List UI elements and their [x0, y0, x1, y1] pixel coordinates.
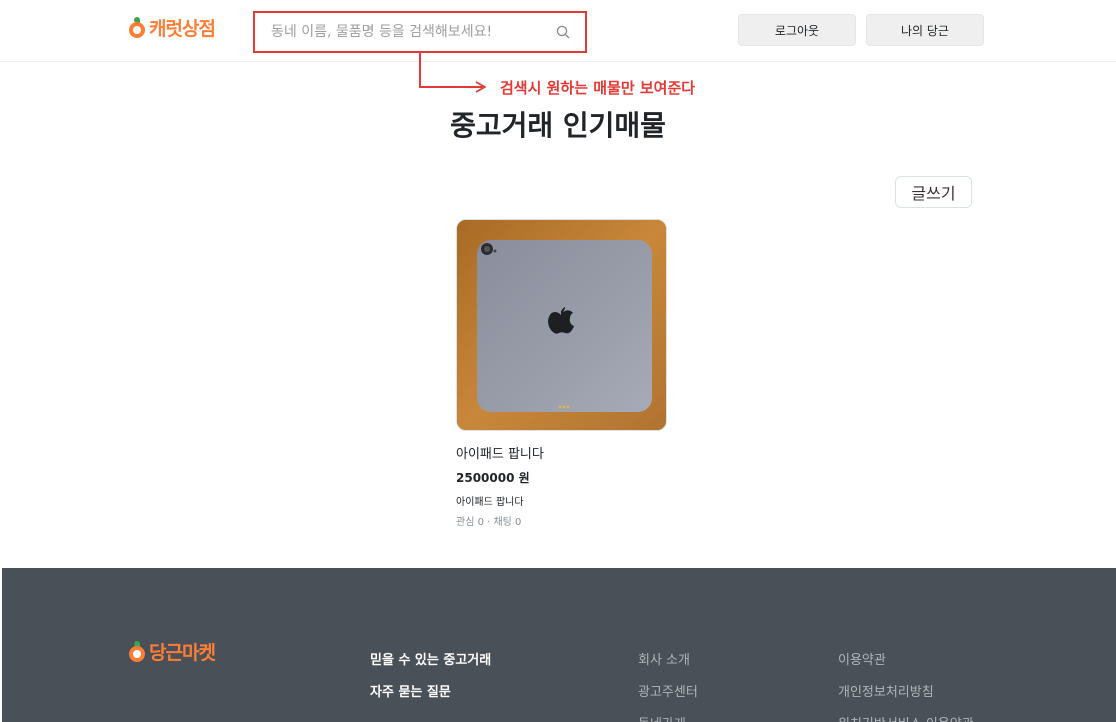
product-meta: 관심 0 · 채팅 0 — [456, 517, 522, 528]
carrot-icon — [128, 640, 146, 663]
footer: 당근마켓 믿을 수 있는 중고거래 자주 묻는 질문 회사 소개 광고주센터 동… — [2, 568, 1116, 722]
footer-link[interactable]: 광고주센터 — [638, 677, 698, 709]
annotation-line — [419, 53, 421, 88]
footer-logo[interactable]: 당근마켓 — [128, 638, 216, 665]
product-title[interactable]: 아이패드 팝니다 — [456, 443, 668, 462]
footer-column: 믿을 수 있는 중고거래 자주 묻는 질문 — [370, 645, 491, 709]
product-description: 아이패드 팝니다 — [456, 497, 524, 508]
carrot-icon — [128, 16, 146, 39]
footer-link[interactable]: 회사 소개 — [638, 645, 698, 677]
header: 캐럿상점 로그아웃 나의 당근 — [0, 0, 1116, 62]
product-price: 2500000 원 — [456, 471, 530, 485]
arrow-right-icon — [475, 81, 486, 93]
page-title: 중고거래 인기매물 — [450, 109, 666, 142]
write-button[interactable]: 글쓰기 — [895, 176, 972, 208]
logout-button[interactable]: 로그아웃 — [738, 14, 856, 46]
annotation-text: 검색시 원하는 매물만 보여준다 — [500, 79, 696, 97]
footer-link[interactable]: 위치기반서비스 이용약관 — [838, 709, 974, 722]
footer-column: 회사 소개 광고주센터 동네가게 — [638, 645, 698, 722]
logo[interactable]: 캐럿상점 — [128, 14, 216, 41]
footer-column: 이용약관 개인정보처리방침 위치기반서비스 이용약관 — [838, 645, 974, 722]
product-card[interactable]: 아이패드 팝니다 2500000 원 아이패드 팝니다 관심 0 · 채팅 0 — [456, 219, 668, 528]
search-icon[interactable] — [555, 24, 571, 40]
footer-logo-text: 당근마켓 — [149, 642, 216, 664]
my-carrot-button[interactable]: 나의 당근 — [866, 14, 984, 46]
logo-text: 캐럿상점 — [149, 18, 216, 40]
footer-link[interactable]: 동네가게 — [638, 709, 698, 722]
footer-link[interactable]: 개인정보처리방침 — [838, 677, 974, 709]
footer-link[interactable]: 이용약관 — [838, 645, 974, 677]
product-image[interactable] — [456, 219, 667, 431]
footer-link[interactable]: 자주 묻는 질문 — [370, 677, 491, 709]
footer-link[interactable]: 믿을 수 있는 중고거래 — [370, 645, 491, 677]
search-box — [253, 11, 587, 53]
search-input[interactable] — [271, 24, 555, 40]
